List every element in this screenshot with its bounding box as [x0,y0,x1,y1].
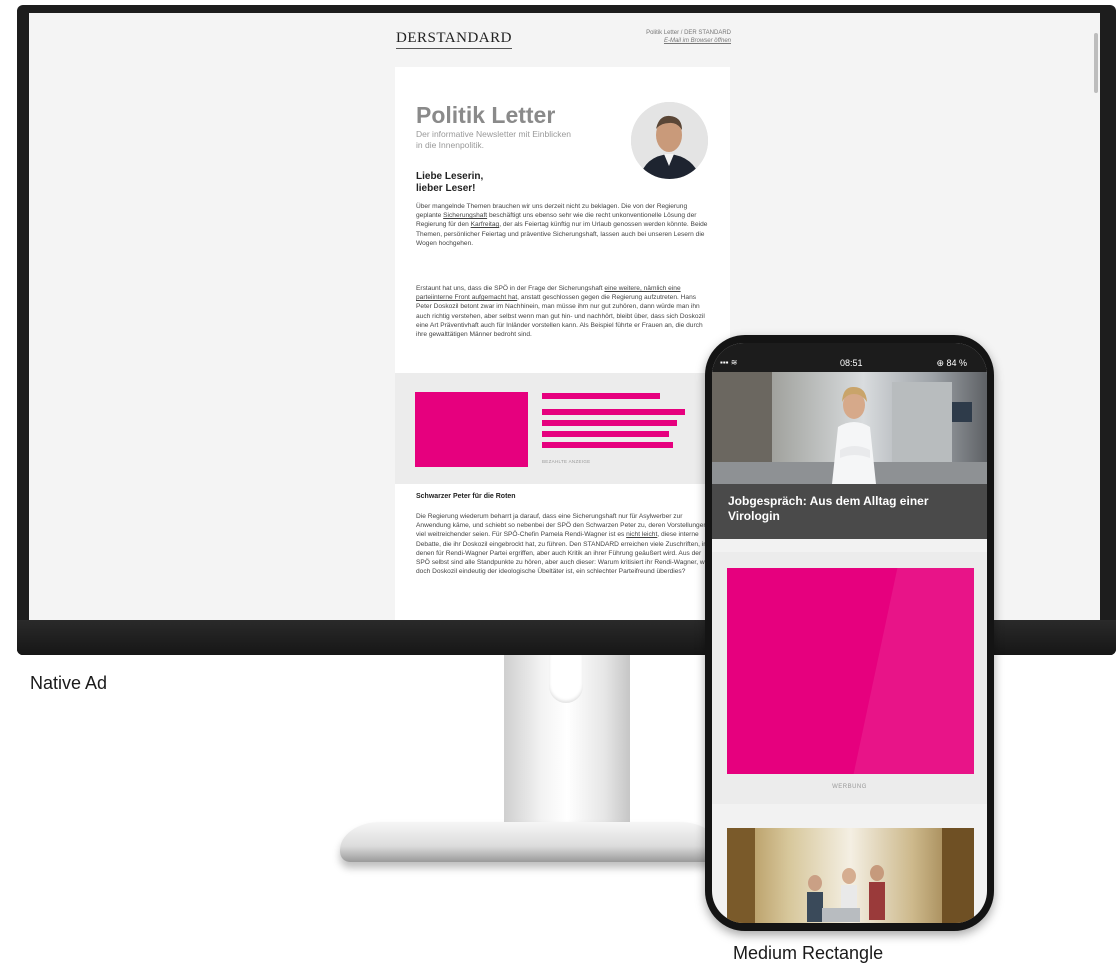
paragraph-spoe: Erstaunt hat uns, dass die SPÖ in der Fr… [416,284,711,339]
article-image-office[interactable] [727,828,974,923]
author-portrait-icon [631,102,708,179]
author-portrait [631,102,708,179]
medium-rectangle-ad[interactable] [727,568,974,774]
header-meta: Politik Letter / DER STANDARD E-Mail im … [646,29,731,45]
phone-screen: ▪▪▪ ≋ 08:51 ⊕ 84 % Jobgespräch: Aus dem … [712,343,987,923]
ad-label: WERBUNG [832,784,867,790]
caption-medium-rectangle: Medium Rectangle [733,943,884,963]
native-ad-text-line [542,393,660,399]
greeting-line: Liebe Leserin, [416,171,484,182]
office-people-icon [727,828,974,923]
text: Erstaunt hat uns, dass die SPÖ in der Fr… [416,285,605,292]
link-karfreitag[interactable]: Karfreitag [471,221,500,228]
article-teaser[interactable]: Jobgespräch: Aus dem Alltag einer Virolo… [712,484,987,539]
native-ad-text-line [542,431,669,437]
newsletter-subtitle: Der informative Newsletter mit Einblicke… [416,129,571,150]
paragraph-intro: Über mangelnde Themen brauchen wir uns d… [416,202,711,248]
battery-icon: ⊕ 84 % [936,358,967,368]
link-sicherungshaft[interactable]: Sicherungshaft [443,212,487,219]
native-ad-text-line [542,420,677,426]
greeting-line: lieber Leser! [416,183,476,194]
lab-scientist-icon [712,372,987,484]
newsletter-card: Politik Letter Der informative Newslette… [395,67,730,627]
caption-native-ad: Native Ad [30,673,108,693]
native-ad-label: BEZAHLTE ANZEIGE [542,459,591,464]
newsletter-title: Politik Letter [416,102,556,128]
native-ad-text-line [542,442,673,448]
scrollbar[interactable] [1094,33,1098,93]
monitor-base [340,822,720,862]
status-time: 08:51 [840,358,863,368]
header-source: Politik Letter / DER STANDARD [646,30,731,36]
article-title[interactable]: Jobgespräch: Aus dem Alltag einer Virolo… [728,494,968,524]
section-title: Schwarzer Peter für die Roten [416,493,516,500]
link-nicht-leicht[interactable]: nicht leicht [626,531,657,538]
paragraph-schwarzer-peter: Die Regierung wiederum beharrt ja darauf… [416,512,711,576]
native-ad-image[interactable] [415,392,528,467]
native-ad-text-line [542,409,685,415]
greeting: Liebe Leserin, lieber Leser! [416,171,483,195]
newsletter-header: DERSTANDARD Politik Letter / DER STANDAR… [396,20,731,50]
browser-view-link[interactable]: E-Mail im Browser öffnen [646,37,731,45]
derstandard-logo[interactable]: DERSTANDARD [396,30,512,49]
status-bar: ▪▪▪ ≋ 08:51 ⊕ 84 % [712,343,987,372]
ad-shine [846,568,974,774]
article-image[interactable] [712,372,987,484]
signal-wifi-icon: ▪▪▪ ≋ [720,358,738,367]
medium-rectangle-slot: WERBUNG [712,552,987,804]
native-ad[interactable]: BEZAHLTE ANZEIGE [395,373,730,484]
stand-cable-slot [549,655,583,703]
